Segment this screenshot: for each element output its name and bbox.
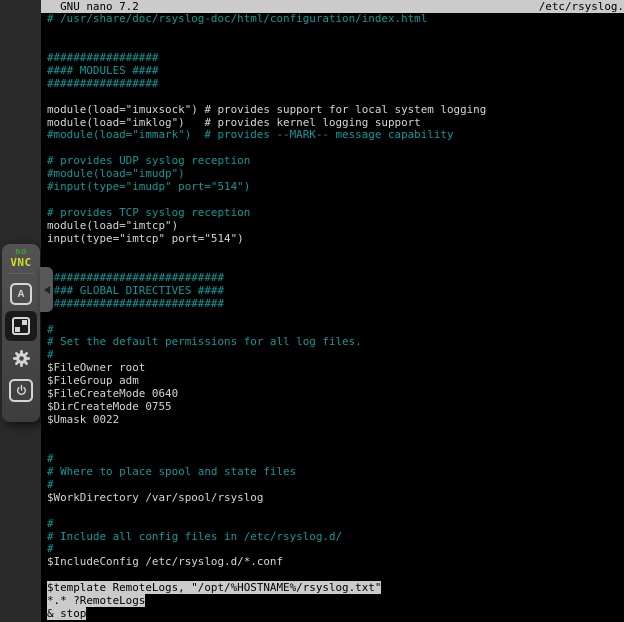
disconnect-button[interactable] xyxy=(5,375,37,405)
terminal-line: #module(load="immark") # provides --MARK… xyxy=(47,129,624,142)
gear-icon xyxy=(12,349,31,368)
nano-titlebar: GNU nano 7.2 /etc/rsyslog. xyxy=(41,0,624,13)
terminal-line: # Include all config files in /etc/rsysl… xyxy=(47,531,624,544)
terminal-line: #input(type="imudp" port="514") xyxy=(47,181,624,194)
nano-editor-content: # /usr/share/doc/rsyslog-doc/html/config… xyxy=(47,13,624,622)
control-bar-handle[interactable] xyxy=(40,267,53,312)
keyboard-key-icon: A xyxy=(10,283,32,305)
novnc-logo: no VNC xyxy=(10,248,31,268)
terminal-line xyxy=(47,26,624,39)
terminal-line xyxy=(47,505,624,518)
panel-divider xyxy=(8,273,34,274)
terminal-line: # Set the default permissions for all lo… xyxy=(47,336,624,349)
terminal-line xyxy=(47,246,624,259)
novnc-control-bar: no VNC A xyxy=(2,244,40,422)
terminal-line: input(type="imtcp" port="514") xyxy=(47,233,624,246)
settings-button[interactable] xyxy=(5,343,37,373)
power-icon xyxy=(9,379,33,402)
terminal-line: #### MODULES #### xyxy=(47,65,624,78)
terminal-line xyxy=(47,91,624,104)
terminal-line: module(load="imtcp") xyxy=(47,220,624,233)
fullscreen-button[interactable] xyxy=(5,311,37,341)
terminal-line xyxy=(47,259,624,272)
terminal-line: *.* ?RemoteLogs xyxy=(47,595,624,608)
collapse-arrow-icon xyxy=(44,286,50,294)
terminal-line: # xyxy=(47,518,624,531)
terminal-line: $IncludeConfig /etc/rsyslog.d/*.conf xyxy=(47,556,624,569)
terminal-line: # Where to place spool and state files xyxy=(47,466,624,479)
terminal-line: ################# xyxy=(47,78,624,91)
terminal-line: ################# xyxy=(47,52,624,65)
terminal-line xyxy=(47,39,624,52)
terminal-line: $DirCreateMode 0755 xyxy=(47,401,624,414)
fullscreen-icon xyxy=(12,317,30,335)
terminal-line: ########################### xyxy=(47,272,624,285)
terminal-line: # xyxy=(47,453,624,466)
keyboard-button[interactable]: A xyxy=(5,279,37,309)
terminal-line xyxy=(47,311,624,324)
nano-version-title: GNU nano 7.2 xyxy=(41,0,139,13)
terminal-screen[interactable]: GNU nano 7.2 /etc/rsyslog. # /usr/share/… xyxy=(41,0,624,622)
terminal-line: module(load="imuxsock") # provides suppo… xyxy=(47,104,624,117)
terminal-line: & stop xyxy=(47,608,624,621)
terminal-line: #### GLOBAL DIRECTIVES #### xyxy=(47,285,624,298)
terminal-line: ########################### xyxy=(47,298,624,311)
terminal-line: $Umask 0022 xyxy=(47,414,624,427)
terminal-line xyxy=(47,427,624,440)
terminal-line: $WorkDirectory /var/spool/rsyslog xyxy=(47,492,624,505)
novnc-logo-vnc: VNC xyxy=(10,257,31,268)
terminal-line xyxy=(47,440,624,453)
nano-filename-title: /etc/rsyslog. xyxy=(539,0,624,13)
terminal-line: # xyxy=(47,479,624,492)
terminal-line: # /usr/share/doc/rsyslog-doc/html/config… xyxy=(47,13,624,26)
